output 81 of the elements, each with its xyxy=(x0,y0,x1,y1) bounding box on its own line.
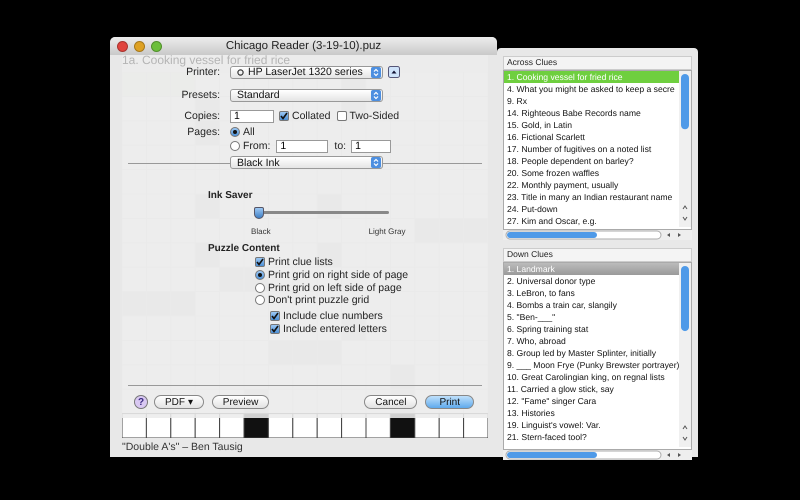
clue-item[interactable]: 3. LeBron, to fans xyxy=(504,287,679,299)
checkbox[interactable] xyxy=(279,111,289,121)
help-button[interactable]: ? xyxy=(134,395,148,409)
clue-item[interactable]: 12. "Fame" singer Cara xyxy=(504,395,679,407)
clue-item[interactable]: 18. People dependent on barley? xyxy=(504,155,679,167)
slider-track[interactable] xyxy=(254,207,389,219)
field-label: Pages: xyxy=(186,126,220,138)
section-heading: Ink Saver xyxy=(207,190,254,201)
checkbox-label: Print clue lists xyxy=(268,256,333,268)
radio-label: All xyxy=(243,126,255,138)
field-label: to: xyxy=(334,140,346,152)
print-mode-popup[interactable]: Black Ink xyxy=(230,156,383,169)
clue-item[interactable]: 14. Righteous Babe Records name xyxy=(504,107,679,119)
print-button[interactable]: Print xyxy=(425,395,474,409)
radio-label: Print grid on right side of page xyxy=(268,269,408,282)
clue-item[interactable]: 27. Kim and Oscar, e.g. xyxy=(504,215,679,227)
printer-popup[interactable]: HP LaserJet 1320 series xyxy=(230,66,383,78)
clue-heading: 1a. Cooking vessel for fried rice xyxy=(122,53,290,67)
stepper-icon xyxy=(371,66,381,78)
section-heading: Puzzle Content xyxy=(207,243,281,254)
clue-item[interactable]: 7. Who, abroad xyxy=(504,335,679,347)
to-field[interactable]: 1 xyxy=(351,140,392,152)
presets-popup[interactable]: Standard xyxy=(230,88,383,102)
checkbox-label: Include clue numbers xyxy=(283,310,383,322)
checkbox[interactable] xyxy=(336,111,347,121)
radio-button[interactable] xyxy=(255,282,265,293)
radio-button[interactable] xyxy=(230,141,240,151)
clue-item[interactable]: 6. Spring training stat xyxy=(504,323,679,335)
printer-status-icon xyxy=(237,68,244,76)
checkbox-label: Include entered letters xyxy=(283,323,387,335)
disclosure-button-icon[interactable] xyxy=(388,66,400,78)
window-title: Chicago Reader (3-19-10).puz xyxy=(226,40,382,52)
checkbox[interactable] xyxy=(270,311,280,321)
checkbox[interactable] xyxy=(270,324,280,334)
clue-item[interactable]: 9. Rx xyxy=(504,95,679,107)
radio-button[interactable] xyxy=(255,295,265,306)
clue-item[interactable]: 13. Histories xyxy=(504,407,679,419)
checkbox[interactable] xyxy=(255,256,265,266)
close-icon[interactable] xyxy=(117,40,128,52)
field-label: Printer: xyxy=(186,66,220,78)
clue-item[interactable]: 11. Carried a glow stick, say xyxy=(504,383,679,395)
clue-item[interactable]: 23. Title in many an Indian restaurant name xyxy=(504,191,679,203)
clue-item[interactable]: 20. Some frozen waffles xyxy=(504,167,679,179)
pdf-button[interactable]: PDF ▾ xyxy=(154,395,204,409)
zoom-icon[interactable] xyxy=(151,40,162,52)
clue-item[interactable]: 4. What you might be asked to keep a secre xyxy=(504,83,679,95)
clue-item[interactable]: 9. ___ Moon Frye (Punky Brewster portrayer) xyxy=(504,359,679,371)
list-header: Down Clues xyxy=(503,248,692,262)
clue-item[interactable]: 4. Bombs a train car, slangily xyxy=(504,299,679,311)
field-label: Presets: xyxy=(180,89,220,101)
clue-item[interactable]: 16. Fictional Scarlett xyxy=(504,131,679,143)
copies-field[interactable]: 1 xyxy=(230,110,274,122)
checkbox-label: Two-Sided xyxy=(350,110,400,122)
from-field[interactable]: 1 xyxy=(276,140,328,152)
clue-item[interactable]: 10. Great Carolingian king, on regnal lists xyxy=(504,371,679,383)
radio-label: From: xyxy=(243,140,270,152)
list-header: Across Clues xyxy=(503,56,692,70)
minimize-icon[interactable] xyxy=(134,40,145,52)
slider-thumb[interactable] xyxy=(254,207,264,219)
cancel-button[interactable]: Cancel xyxy=(364,395,418,409)
preview-button[interactable]: Preview xyxy=(212,395,270,409)
clue-item[interactable]: 21. Stern-faced tool? xyxy=(504,431,679,443)
clue-item[interactable]: 19. Linguist's vowel: Var. xyxy=(504,419,679,431)
clue-item[interactable]: 24. Put-down xyxy=(504,203,679,215)
clue-item[interactable]: 8. Group led by Master Splinter, initially xyxy=(504,347,679,359)
radio-label: Don't print puzzle grid xyxy=(268,294,370,306)
clue-item[interactable]: 2. Universal donor type xyxy=(504,275,679,287)
stepper-icon xyxy=(371,157,381,168)
clue-item[interactable]: 15. Gold, in Latin xyxy=(504,119,679,131)
clue-item[interactable]: 22. Monthly payment, usually xyxy=(504,179,679,191)
slider-max-label: Light Gray xyxy=(368,226,406,236)
slider-min-label: Black xyxy=(251,226,271,236)
stepper-icon xyxy=(371,90,381,100)
radio-button[interactable] xyxy=(230,127,240,137)
checkbox-label: Collated xyxy=(292,110,331,122)
puzzle-author: "Double A's" – Ben Tausig xyxy=(122,441,243,453)
clue-item[interactable]: 5. "Ben-___" xyxy=(504,311,679,323)
field-label: Copies: xyxy=(183,110,220,122)
radio-label: Print grid on left side of page xyxy=(268,282,402,294)
clue-item[interactable]: 17. Number of fugitives on a noted list xyxy=(504,143,679,155)
radio-button[interactable] xyxy=(255,270,265,280)
